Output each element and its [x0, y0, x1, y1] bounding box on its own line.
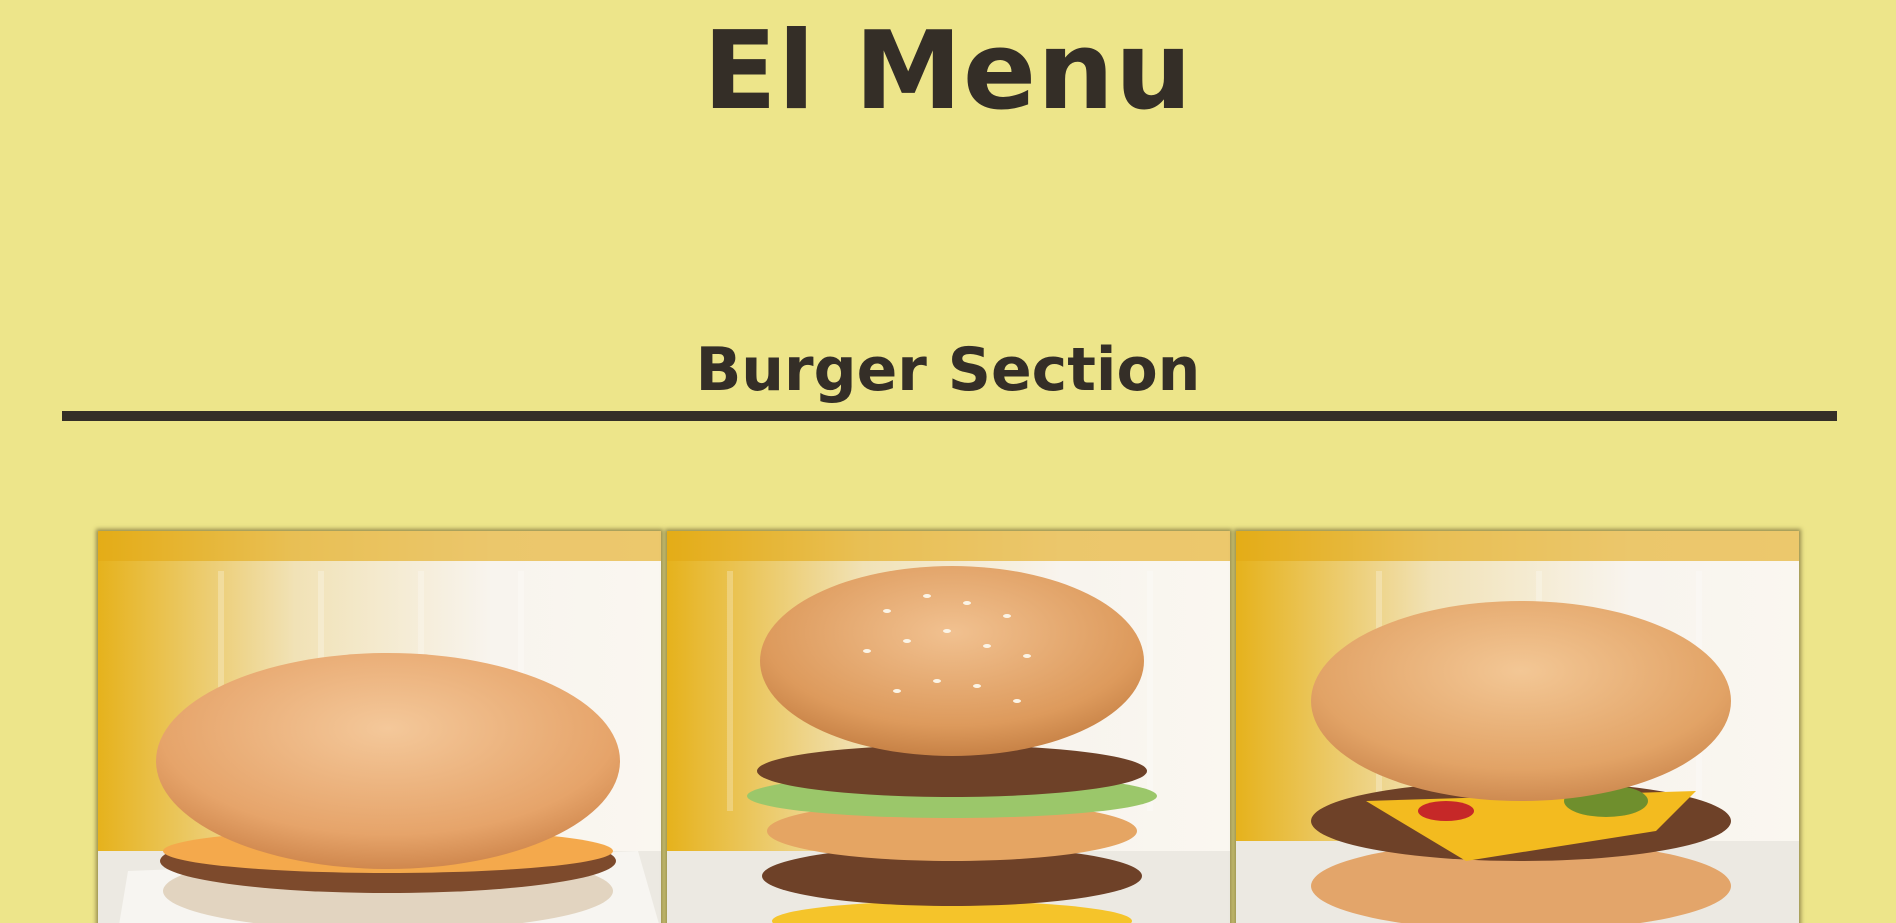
burger-gallery: [98, 531, 1801, 923]
section-divider: [62, 411, 1837, 421]
section-title: Burger Section: [695, 335, 1201, 405]
burger-card-cheeseburger[interactable]: [1236, 531, 1799, 923]
big-mac-image: [667, 531, 1230, 923]
burger-card-big-mac[interactable]: [667, 531, 1230, 923]
hamburger-image: [98, 531, 661, 923]
burger-card-hamburger[interactable]: [98, 531, 661, 923]
cheeseburger-image: [1236, 531, 1799, 923]
page-title: El Menu: [703, 9, 1193, 134]
menu-page: El Menu Burger Section: [0, 0, 1896, 923]
